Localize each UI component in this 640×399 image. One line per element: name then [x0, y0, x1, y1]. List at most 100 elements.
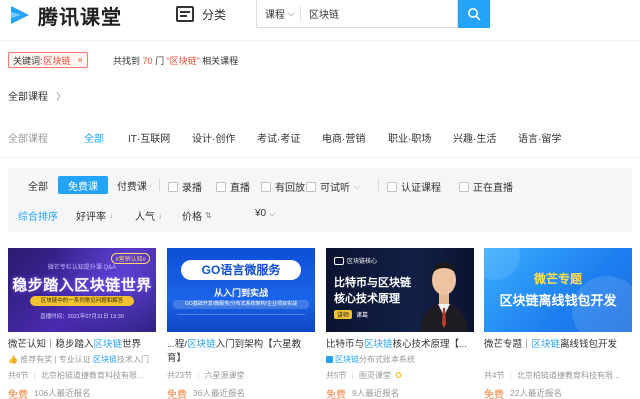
result-count: 70	[142, 56, 153, 66]
thumb-note: GO基础开发/微服务/分布式系统架构/企业项目实战	[173, 300, 309, 309]
course-title[interactable]: 微芒认知｜稳步踏入区块链世界	[8, 338, 156, 352]
keyword-tag: 关键词: 区块链 ×	[8, 52, 88, 68]
checkbox[interactable]	[168, 181, 178, 192]
breadcrumb[interactable]: 全部课程 〉	[8, 88, 66, 103]
thumb-title: 稳步踏入区块链世界	[12, 277, 152, 294]
category-row-label: 全部课程	[8, 134, 48, 145]
course-enrolled: 22人最近报名	[510, 388, 562, 398]
thumb-date: 直播时间：2021年07月31日 19:30	[40, 314, 124, 320]
thumb-small-title: 微芒专栏认知提升课 Q&A	[47, 265, 117, 271]
course-card[interactable]: 区块链核心 比特币与区块链 核心技术原理 讲师 诸葛 比特币与区块链核心技术原理…	[326, 248, 474, 399]
sort-popularity[interactable]: 人气 ↓	[135, 208, 162, 223]
search-icon	[468, 8, 481, 21]
course-thumbnail[interactable]: 区块链核心 比特币与区块链 核心技术原理 讲师 诸葛	[326, 248, 474, 332]
chevron-down-icon: ⌵	[269, 208, 276, 218]
course-title-text: 离线钱包开发	[560, 339, 618, 350]
sort-default[interactable]: 综合排序	[18, 208, 58, 223]
course-org[interactable]: 六星源课堂	[204, 371, 244, 380]
keyword-label: 关键词:	[13, 55, 43, 66]
course-price: 免费	[167, 390, 187, 399]
course-title-keyword: 区块链	[364, 339, 393, 350]
thumb-tag: 区块链核心	[347, 259, 378, 265]
course-title[interactable]: 比特币与区块链核心技术原理【...	[326, 338, 474, 352]
category-exam[interactable]: 考试·考证	[257, 130, 300, 145]
course-sub-text: 推荐有奖 | 专业认证:	[20, 355, 93, 364]
price-tab-free[interactable]: 免费课	[58, 176, 108, 194]
course-price: 免费	[8, 390, 28, 399]
filter-live[interactable]: 直播	[216, 179, 250, 194]
filter-live-label: 直播	[230, 183, 250, 194]
course-thumbnail[interactable]: 微芒专题 区块链离线钱包开发	[484, 248, 632, 332]
category-all[interactable]: 全部	[84, 130, 104, 145]
course-org[interactable]: 图灵课堂	[359, 371, 391, 380]
course-card[interactable]: #营销认知# 微芒专栏认知提升课 Q&A 稳步踏入区块链世界 区块链中的一系列常…	[8, 248, 156, 399]
category-design[interactable]: 设计·创作	[192, 130, 235, 145]
course-card[interactable]: 微芒专题 区块链离线钱包开发 微芒专题｜区块链离线钱包开发 共4节 | 北京柏链…	[484, 248, 632, 399]
search-scope-dropdown[interactable]: 课程 ⌵	[257, 5, 301, 22]
header: 腾讯课堂 分类 课程 ⌵	[0, 0, 640, 30]
checkbox[interactable]	[261, 181, 271, 192]
category-label: 分类	[202, 7, 227, 22]
course-sub-text: 分布式账本系统	[359, 355, 415, 364]
filter-certified[interactable]: 认证课程	[387, 179, 441, 194]
result-prefix: 共找到	[113, 56, 141, 66]
checkbox[interactable]	[306, 181, 316, 192]
price-range-label: ¥0	[255, 208, 267, 219]
category-menu-button[interactable]: 分类	[176, 0, 226, 28]
logo[interactable]: 腾讯课堂	[8, 0, 122, 30]
price-tab-all[interactable]: 全部	[20, 176, 56, 194]
category-ecommerce[interactable]: 电商·营销	[322, 130, 365, 145]
sort-price-label: 价格	[182, 212, 202, 223]
filter-live-now-label: 正在直播	[473, 183, 513, 194]
course-title-text: 比特币与	[326, 339, 365, 350]
category-hobby[interactable]: 兴趣·生活	[453, 130, 496, 145]
course-lessons: 共23节	[167, 371, 192, 380]
checkbox[interactable]	[216, 181, 226, 192]
sort-updown-icon: ⇅	[205, 211, 212, 220]
search-scope-label: 课程	[265, 10, 285, 21]
category-career[interactable]: 职业·职场	[388, 130, 431, 145]
course-thumbnail[interactable]: #营销认知# 微芒专栏认知提升课 Q&A 稳步踏入区块链世界 区块链中的一系列常…	[8, 248, 156, 332]
course-thumbnail[interactable]: GO语言微服务 从入门到实战 GO基础开发/微服务/分布式系统架构/企业项目实战	[167, 248, 315, 332]
course-title-text: 核心技术原理【...	[392, 339, 467, 350]
course-card[interactable]: GO语言微服务 从入门到实战 GO基础开发/微服务/分布式系统架构/企业项目实战…	[167, 248, 315, 399]
keyword-close-icon[interactable]: ×	[78, 55, 83, 65]
course-org[interactable]: 北京柏链道捷教育科技有限...	[517, 371, 620, 380]
thumb-title: 比特币与区块链	[334, 277, 411, 289]
category-language[interactable]: 语言·留学	[518, 130, 561, 145]
sort-rating-label: 好评率	[76, 212, 106, 223]
sort-popularity-label: 人气	[135, 212, 155, 223]
course-meta: 共4节 | 北京柏链道捷教育科技有限...	[484, 371, 620, 380]
course-org[interactable]: 北京柏链道捷教育科技有限...	[41, 371, 144, 380]
course-title-text: 微芒专题｜	[484, 339, 532, 350]
filter-replay-label: 有回放	[275, 183, 305, 194]
thumb-lecturer-name: 诸葛	[356, 313, 369, 319]
course-enrolled: 106人最近报名	[34, 388, 91, 398]
checkbox[interactable]	[387, 181, 397, 192]
keyword-value: 区块链	[43, 55, 71, 66]
sort-price[interactable]: 价格 ⇅	[182, 208, 212, 223]
lecturer-photo	[420, 262, 468, 332]
price-range-dropdown[interactable]: ¥0 ⌵	[255, 208, 275, 219]
logo-text: 腾讯课堂	[38, 6, 122, 29]
category-icon	[176, 6, 194, 22]
search-input[interactable]	[301, 8, 451, 19]
sort-rating[interactable]: 好评率 ↓	[76, 208, 113, 223]
search-button[interactable]	[458, 0, 490, 28]
course-title-text: ...程/	[167, 339, 188, 350]
sort-arrow-icon: ↓	[109, 211, 113, 220]
price-tab-paid[interactable]: 付费课	[107, 176, 157, 194]
course-title[interactable]: ...程/区块链入门到架构【六星教育】	[167, 338, 315, 366]
logo-icon	[11, 6, 29, 24]
filter-replay[interactable]: 有回放	[261, 179, 305, 194]
filter-trial[interactable]: 可试听 ⌵	[306, 179, 360, 194]
filter-live-now[interactable]: 正在直播	[459, 179, 513, 194]
thumbs-up-icon: 👍	[8, 355, 18, 364]
chevron-right-icon: 〉	[56, 92, 66, 103]
filter-recorded-label: 录播	[182, 183, 202, 194]
category-it-internet[interactable]: IT·互联网	[128, 130, 170, 145]
filter-recorded[interactable]: 录播	[168, 179, 202, 194]
checkbox[interactable]	[459, 181, 469, 192]
course-title[interactable]: 微芒专题｜区块链离线钱包开发	[484, 338, 632, 352]
course-title-keyword: 区块链	[531, 339, 561, 350]
